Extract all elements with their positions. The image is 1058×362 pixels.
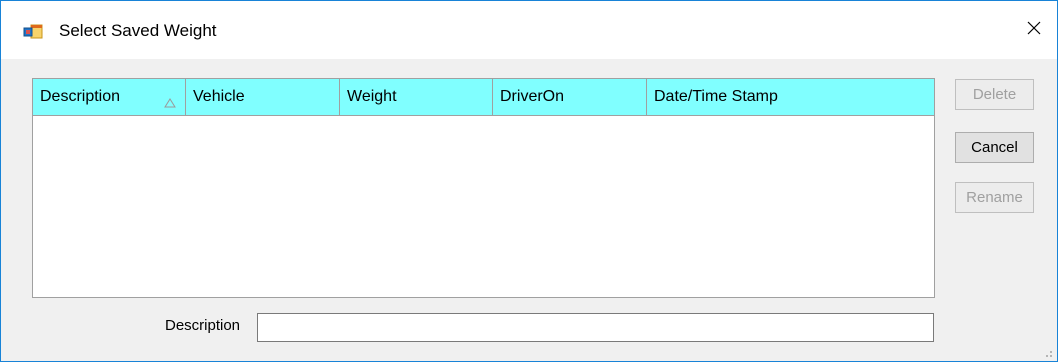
column-header-weight[interactable]: Weight: [340, 79, 493, 115]
saved-weights-grid[interactable]: Description Vehicle Weight DriverOn Date…: [32, 78, 935, 298]
form-window-icon: [23, 22, 43, 42]
column-header-label: Description: [40, 88, 121, 105]
select-saved-weight-dialog: Select Saved Weight Description Vehicle …: [0, 0, 1058, 362]
column-header-label: DriverOn: [500, 88, 565, 105]
rename-button[interactable]: Rename: [955, 182, 1034, 213]
column-header-driveron[interactable]: DriverOn: [493, 79, 647, 115]
sort-ascending-icon: [164, 87, 176, 108]
grid-header: Description Vehicle Weight DriverOn Date…: [33, 79, 934, 116]
cancel-button[interactable]: Cancel: [955, 132, 1034, 163]
column-header-label: Date/Time Stamp: [654, 88, 778, 105]
column-header-vehicle[interactable]: Vehicle: [186, 79, 340, 115]
close-icon: [1026, 20, 1042, 41]
close-button[interactable]: [1011, 1, 1057, 59]
delete-button[interactable]: Delete: [955, 79, 1034, 110]
grid-body[interactable]: [33, 116, 934, 297]
title-bar[interactable]: Select Saved Weight: [1, 1, 1057, 59]
column-header-date-time-stamp[interactable]: Date/Time Stamp: [647, 79, 934, 115]
window-title: Select Saved Weight: [59, 21, 217, 40]
description-input[interactable]: [257, 313, 934, 342]
description-label: Description: [165, 317, 241, 334]
column-header-label: Vehicle: [193, 88, 245, 105]
resize-grip-icon[interactable]: [1041, 345, 1053, 357]
column-header-label: Weight: [347, 88, 397, 105]
column-header-description[interactable]: Description: [33, 79, 186, 115]
